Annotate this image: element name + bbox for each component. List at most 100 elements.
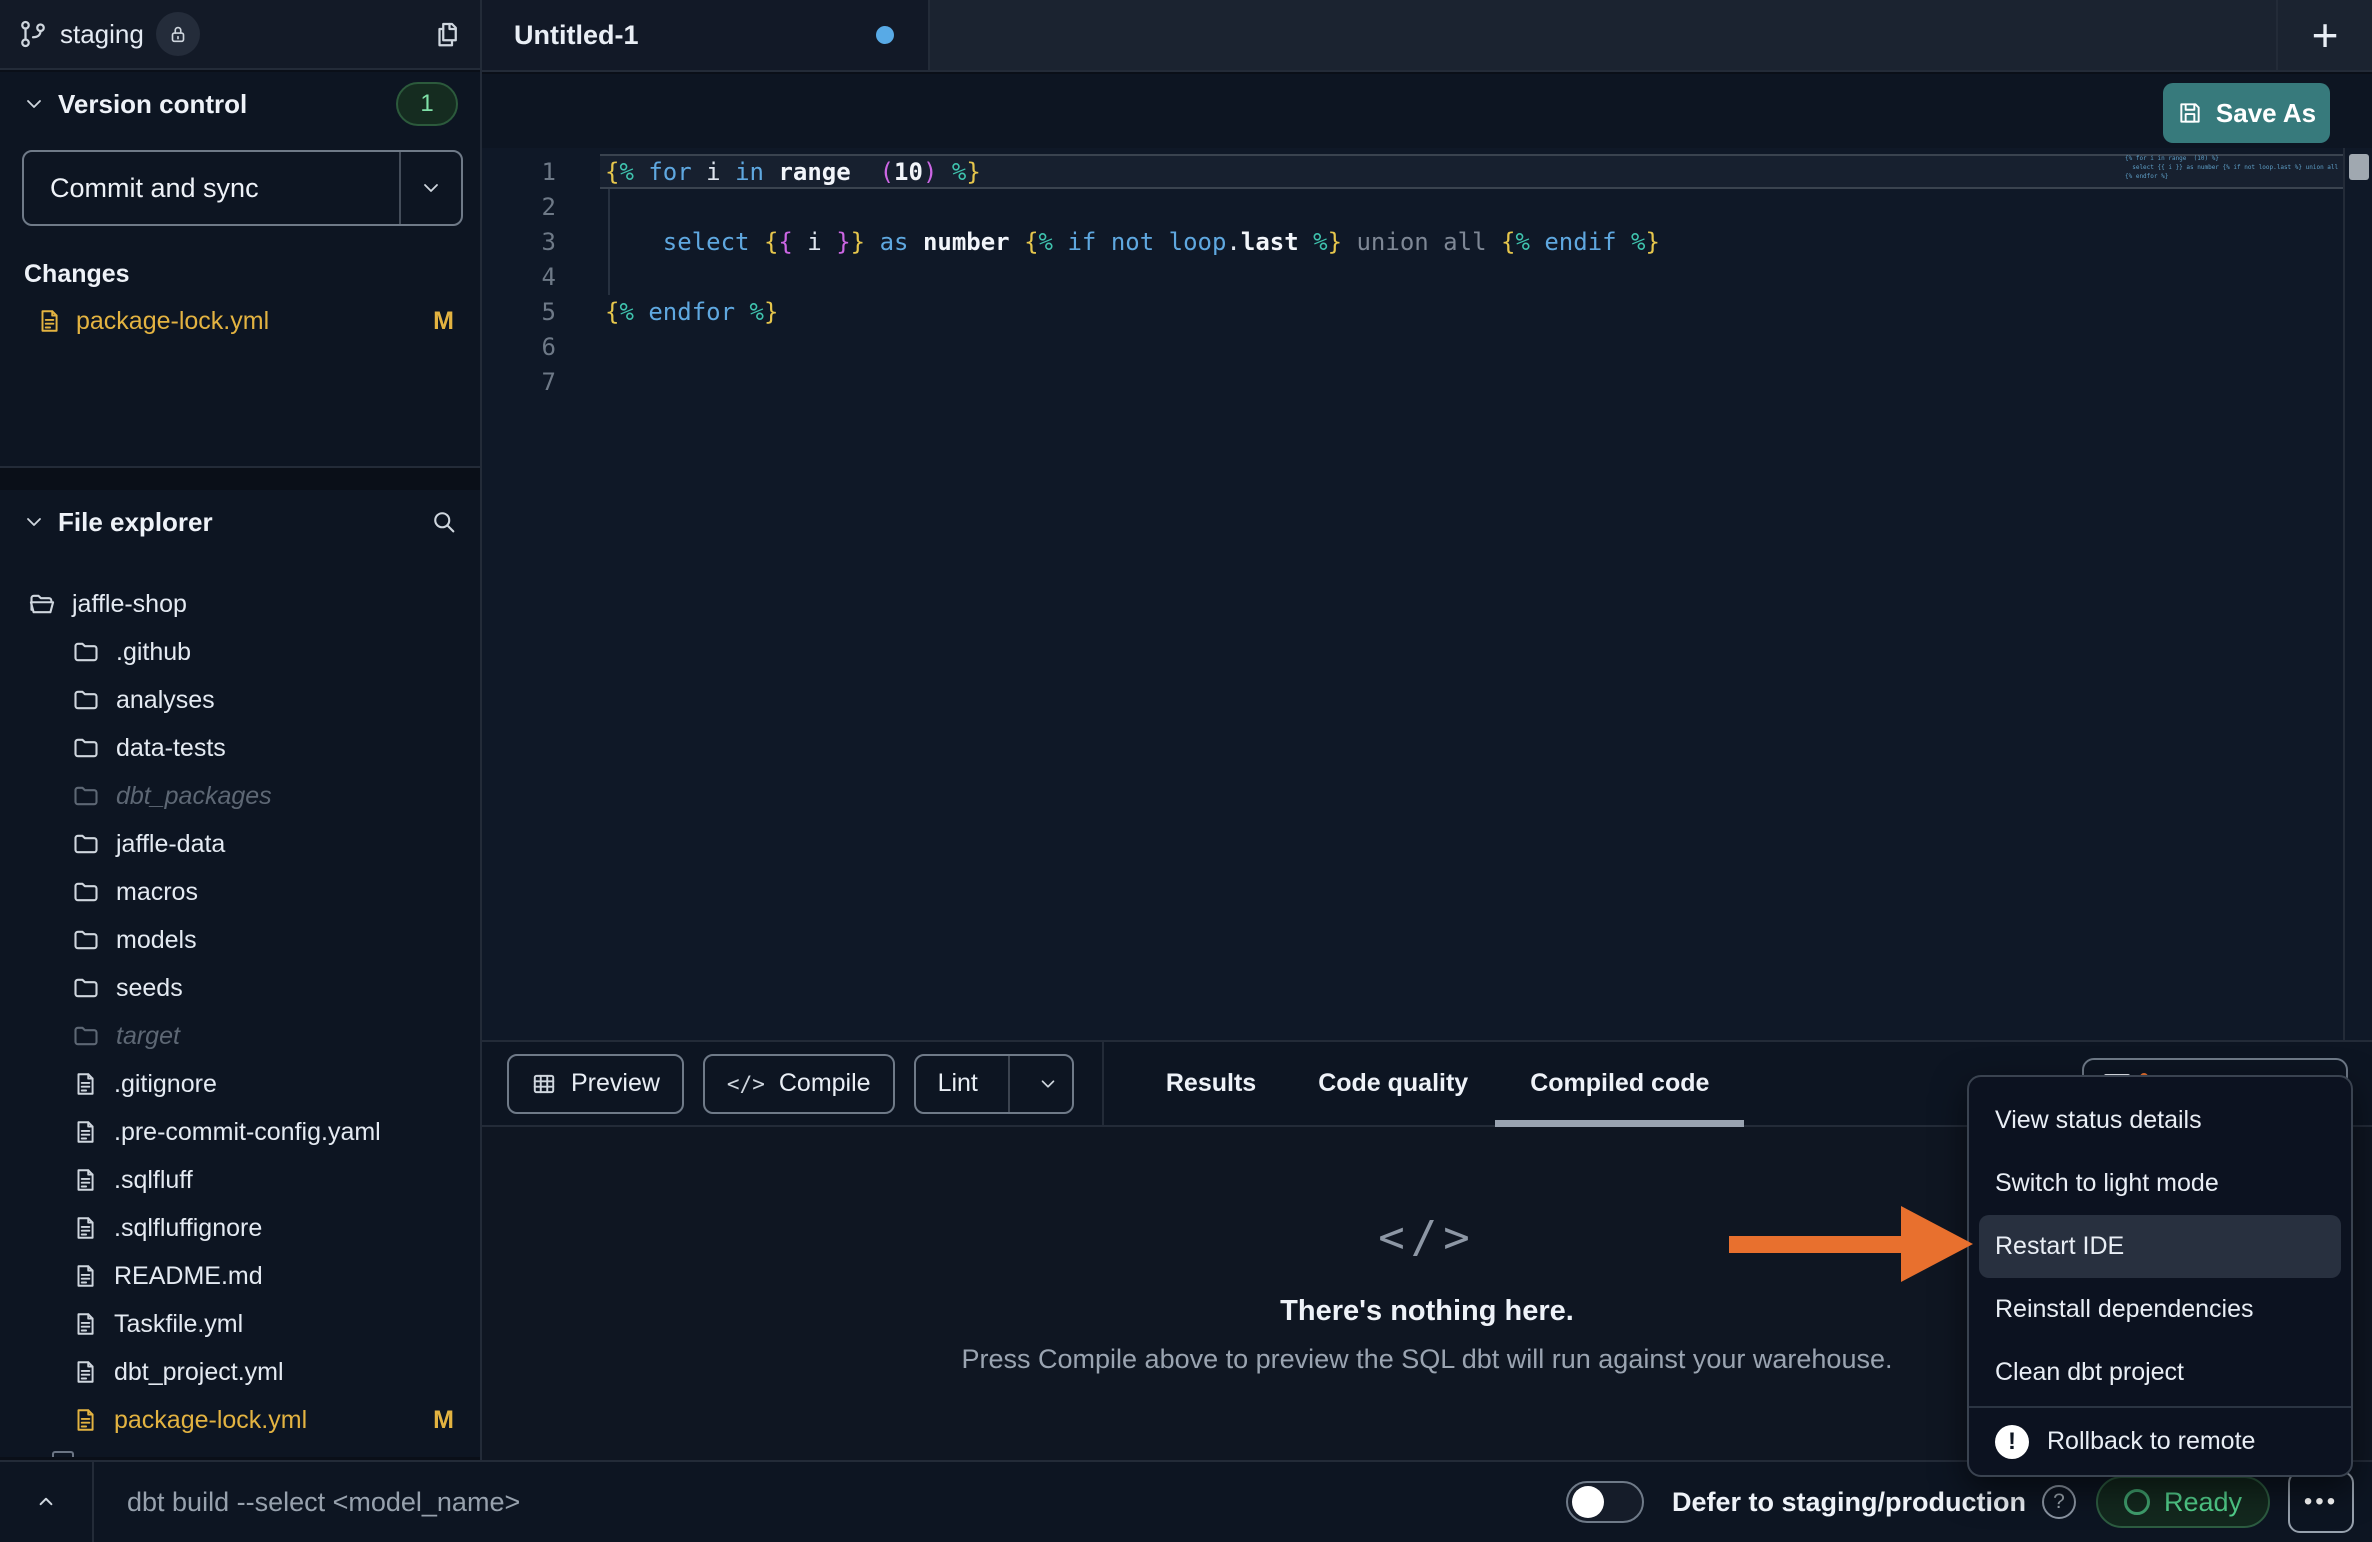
lint-button[interactable]: Lint <box>914 1054 1074 1114</box>
compile-button[interactable]: </> Lint Compile <box>703 1054 895 1114</box>
divider <box>92 1462 94 1542</box>
new-tab-button[interactable]: + <box>2276 0 2372 70</box>
tree-item-jaffle-data[interactable]: jaffle-data <box>0 820 480 868</box>
line-number: 3 <box>482 228 600 256</box>
tree-item-.gitignore[interactable]: .gitignore <box>0 1060 480 1108</box>
menu-item-reinstall-dependencies[interactable]: Reinstall dependencies <box>1969 1278 2351 1341</box>
editor-tab-bar: Untitled-1 + <box>482 0 2372 72</box>
chevron-up-icon <box>33 1489 59 1515</box>
branch-name[interactable]: staging <box>60 19 144 50</box>
menu-item-label: Restart IDE <box>1995 1232 2124 1261</box>
tree-item-.sqlfluff[interactable]: .sqlfluff <box>0 1156 480 1204</box>
save-as-button[interactable]: Save As <box>2163 83 2330 143</box>
tree-item-.github[interactable]: .github <box>0 628 480 676</box>
tree-item-label: .pre-commit-config.yaml <box>114 1118 381 1147</box>
code-line-content <box>600 259 2345 294</box>
table-icon <box>531 1071 557 1097</box>
line-number: 7 <box>482 368 600 396</box>
folder-open-icon <box>28 590 56 618</box>
menu-item-clean-dbt-project[interactable]: Clean dbt project <box>1969 1341 2351 1404</box>
tree-item-macros[interactable]: macros <box>0 868 480 916</box>
tree-item-models[interactable]: models <box>0 916 480 964</box>
ide-options-menu: View status detailsSwitch to light mode R… <box>1967 1075 2353 1477</box>
tree-item-analyses[interactable]: analyses <box>0 676 480 724</box>
tree-item-seeds[interactable]: seeds <box>0 964 480 1012</box>
tab-results[interactable]: Results <box>1166 1042 1256 1125</box>
empty-state-title: There's nothing here. <box>1280 1295 1574 1328</box>
menu-item-view-status-details[interactable]: View status details <box>1969 1089 2351 1152</box>
file-icon <box>36 308 62 334</box>
editor-scrollbar-thumb[interactable] <box>2349 154 2369 180</box>
version-control-title: Version control <box>58 89 247 120</box>
code-line-content <box>600 364 2345 399</box>
folder-icon <box>72 926 100 954</box>
tree-item-label: package-lock.yml <box>114 1406 307 1435</box>
changed-file-name: package-lock.yml <box>76 307 269 336</box>
toolbar-divider <box>1102 1042 1104 1125</box>
menu-item-label: Reinstall dependencies <box>1995 1295 2254 1324</box>
menu-item-rollback-to-remote[interactable]: ! Rollback to remote <box>1969 1410 2351 1473</box>
line-number: 4 <box>482 263 600 291</box>
tree-item-dbt_project.yml[interactable]: dbt_project.yml <box>0 1348 480 1396</box>
minimap[interactable]: {% for i in range (10) %} select {{ i }}… <box>2125 154 2339 181</box>
tree-item-jaffle-shop[interactable]: jaffle-shop <box>0 580 480 628</box>
duplicate-file-icon[interactable] <box>432 19 462 49</box>
chevron-down-icon[interactable] <box>1024 1073 1072 1095</box>
menu-divider <box>1969 1406 2351 1408</box>
code-line-2[interactable]: 2 <box>482 189 2372 224</box>
tree-item-package-lock.yml[interactable]: package-lock.ymlM <box>0 1396 480 1444</box>
changed-file-row[interactable]: package-lock.yml M <box>0 297 480 345</box>
tab-compiled-code[interactable]: Compiled code <box>1530 1042 1709 1125</box>
code-line-6[interactable]: 6 <box>482 329 2372 364</box>
code-line-7[interactable]: 7 <box>482 364 2372 399</box>
tree-item-data-tests[interactable]: data-tests <box>0 724 480 772</box>
code-slash-icon: </> <box>1378 1212 1475 1263</box>
exclamation-circle-icon: ! <box>1995 1425 2029 1459</box>
menu-item-restart-ide[interactable]: Restart IDE <box>1979 1215 2341 1278</box>
code-line-content <box>600 329 2345 364</box>
search-icon[interactable] <box>430 508 458 536</box>
lock-icon <box>167 23 189 45</box>
tree-item-README.md[interactable]: README.md <box>0 1252 480 1300</box>
commit-and-sync-button[interactable]: Commit and sync <box>22 150 463 226</box>
defer-toggle[interactable] <box>1566 1481 1644 1523</box>
code-line-5[interactable]: 5{% endfor %} <box>482 294 2372 329</box>
file-icon <box>72 1215 98 1241</box>
status-badge[interactable]: Ready <box>2096 1476 2270 1528</box>
line-number: 5 <box>482 298 600 326</box>
command-input[interactable]: dbt build --select <model_name> <box>127 1487 520 1518</box>
menu-item-label: Clean dbt project <box>1995 1358 2184 1387</box>
tree-item-target[interactable]: target <box>0 1012 480 1060</box>
preview-button[interactable]: Preview <box>507 1054 684 1114</box>
code-line-1[interactable]: 1{% for i in range (10) %} <box>482 154 2372 189</box>
code-line-4[interactable]: 4 <box>482 259 2372 294</box>
annotation-arrow-head <box>1901 1206 1973 1282</box>
help-icon[interactable]: ? <box>2042 1485 2076 1519</box>
modified-badge: M <box>433 307 454 336</box>
chevron-down-icon[interactable] <box>22 92 46 116</box>
tree-item-.pre-commit-config.yaml[interactable]: .pre-commit-config.yaml <box>0 1108 480 1156</box>
file-icon <box>72 1359 98 1385</box>
file-icon <box>72 1167 98 1193</box>
chevron-down-icon[interactable] <box>22 510 46 534</box>
tab-untitled-1[interactable]: Untitled-1 <box>482 0 930 70</box>
collapse-panel-button[interactable] <box>0 1462 92 1542</box>
tree-item-dbt_packages[interactable]: dbt_packages <box>0 772 480 820</box>
code-line-content: select {{ i }} as number {% if not loop.… <box>600 224 2345 259</box>
tab-code-quality[interactable]: Code quality <box>1318 1042 1468 1125</box>
branch-lock-badge <box>156 12 200 56</box>
code-line-3[interactable]: 3 select {{ i }} as number {% if not loo… <box>482 224 2372 259</box>
chevron-down-icon <box>419 176 443 200</box>
tree-item-label: models <box>116 926 197 955</box>
indent-guide <box>608 189 610 295</box>
menu-item-label: Rollback to remote <box>2047 1427 2255 1456</box>
commit-options-dropdown[interactable] <box>399 152 461 224</box>
tree-item-Taskfile.yml[interactable]: Taskfile.yml <box>0 1300 480 1348</box>
file-icon <box>72 1311 98 1337</box>
folder-icon <box>72 974 100 1002</box>
tree-item-.sqlfluffignore[interactable]: .sqlfluffignore <box>0 1204 480 1252</box>
folder-icon <box>72 878 100 906</box>
menu-item-switch-to-light-mode[interactable]: Switch to light mode <box>1969 1152 2351 1215</box>
code-editor[interactable]: 1{% for i in range (10) %}23 select {{ i… <box>482 148 2372 1040</box>
more-options-button[interactable]: ••• <box>2288 1471 2354 1533</box>
